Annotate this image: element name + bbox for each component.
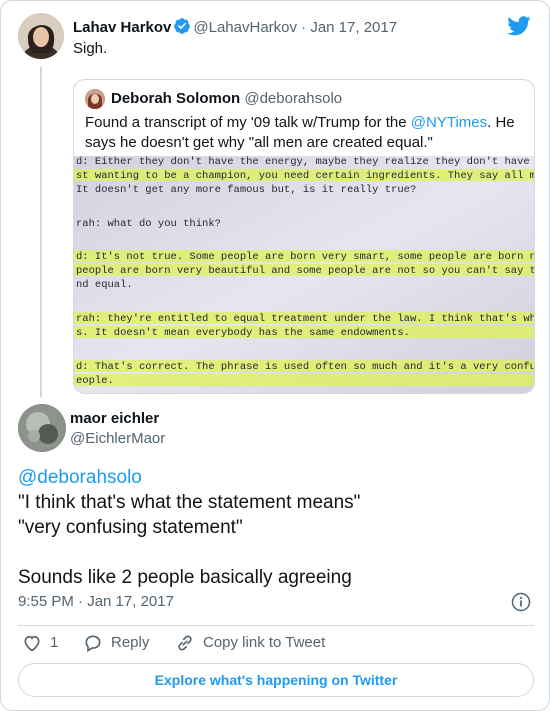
author-name[interactable]: Lahav Harkov bbox=[73, 19, 171, 36]
verified-badge-icon bbox=[174, 18, 191, 34]
deborahsolo-mention-link[interactable]: @deborahsolo bbox=[18, 467, 142, 488]
divider bbox=[18, 625, 534, 626]
transcript-line: d: Either they don't have the energy, ma… bbox=[76, 156, 535, 168]
tweet-line: "I think that's what the statement means… bbox=[18, 492, 361, 513]
tweet-date[interactable]: · Jan 17, 2017 bbox=[301, 19, 397, 36]
main-author-name[interactable]: maor eichler bbox=[70, 409, 159, 429]
quoted-text-part: Found a transcript of my '09 talk w/Trum… bbox=[85, 114, 411, 131]
link-icon bbox=[178, 635, 192, 651]
quoted-tweet-header: Deborah Solomon @deborahsolo bbox=[111, 89, 342, 109]
twitter-bird-icon[interactable] bbox=[507, 15, 531, 37]
thread-connector-line bbox=[40, 67, 42, 397]
nytimes-mention-link[interactable]: @NYTimes bbox=[411, 114, 487, 131]
author-handle[interactable]: @LahavHarkov bbox=[193, 19, 297, 36]
transcript-line: rah: what do you think? bbox=[76, 218, 221, 230]
parent-tweet-header: Lahav Harkov @LahavHarkov · Jan 17, 2017 bbox=[73, 17, 397, 38]
avatar-maor-eichler[interactable] bbox=[18, 404, 66, 452]
quoted-author-name: Deborah Solomon bbox=[111, 90, 241, 107]
like-count: 1 bbox=[50, 634, 59, 651]
main-author-handle[interactable]: @EichlerMaor bbox=[70, 429, 165, 449]
highlighter-mark bbox=[74, 374, 534, 386]
avatar-lahav-harkov[interactable] bbox=[18, 13, 64, 59]
transcript-line: It doesn't get any more famous but, is i… bbox=[76, 184, 416, 196]
quoted-tweet-text: Found a transcript of my '09 talk w/Trum… bbox=[85, 113, 525, 153]
reply-button[interactable]: Reply bbox=[83, 632, 149, 654]
like-button[interactable]: 1 bbox=[22, 632, 58, 654]
tweet-line: Sounds like 2 people basically agreeing bbox=[18, 567, 352, 588]
transcript-line: people are born very beautiful and some … bbox=[76, 265, 535, 277]
main-tweet-text: @deborahsolo "I think that's what the st… bbox=[18, 465, 534, 590]
transcript-line: d: It's not true. Some people are born v… bbox=[76, 251, 535, 263]
explore-twitter-button[interactable]: Explore what's happening on Twitter bbox=[18, 663, 534, 697]
transcript-line: d: That's correct. The phrase is used of… bbox=[76, 361, 535, 373]
copy-link-label: Copy link to Tweet bbox=[203, 634, 326, 651]
transcript-photo[interactable]: d: Either they don't have the energy, ma… bbox=[74, 156, 535, 393]
reply-label: Reply bbox=[111, 634, 150, 651]
quoted-author-handle: @deborahsolo bbox=[244, 90, 343, 107]
heart-icon bbox=[24, 635, 40, 652]
transcript-line: rah: they're entitled to equal treatment… bbox=[76, 313, 535, 325]
transcript-line: eople. bbox=[76, 375, 114, 387]
info-icon[interactable] bbox=[511, 592, 531, 612]
tweet-line: "very confusing statement" bbox=[18, 517, 243, 538]
quoted-tweet[interactable]: Deborah Solomon @deborahsolo Found a tra… bbox=[73, 79, 535, 394]
parent-tweet-text: Sigh. bbox=[73, 40, 108, 57]
tweet-embed-card: Lahav Harkov @LahavHarkov · Jan 17, 2017 … bbox=[0, 0, 550, 711]
avatar-deborah-solomon bbox=[85, 89, 105, 109]
transcript-line: st wanting to be a champion, you need ce… bbox=[76, 170, 535, 182]
copy-link-button[interactable]: Copy link to Tweet bbox=[175, 632, 325, 654]
transcript-line: nd equal. bbox=[76, 279, 133, 291]
tweet-timestamp[interactable]: 9:55 PM · Jan 17, 2017 bbox=[18, 592, 174, 612]
transcript-line: s. It doesn't mean everybody has the sam… bbox=[76, 327, 410, 339]
reply-bubble-icon bbox=[85, 635, 101, 652]
